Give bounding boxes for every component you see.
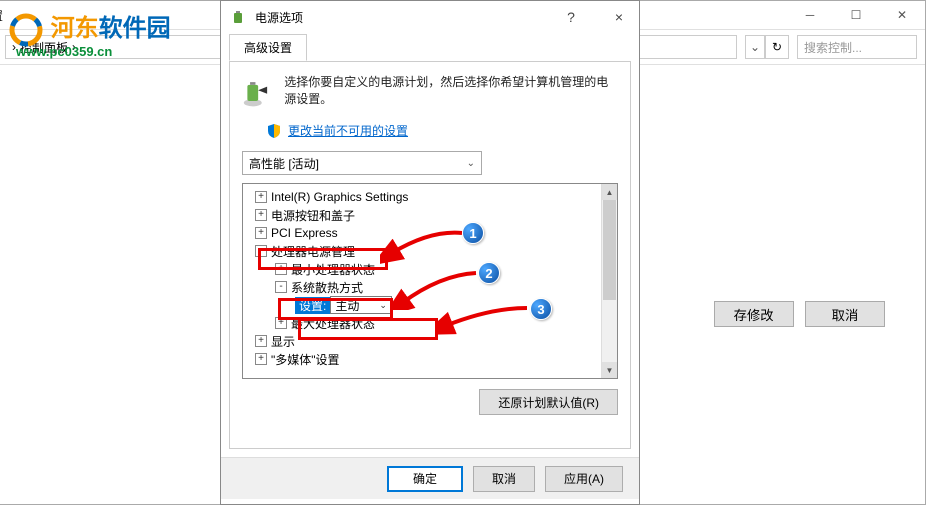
change-unavailable-link[interactable]: 更改当前不可用的设置 (288, 122, 408, 139)
scroll-up-button[interactable]: ▲ (602, 184, 617, 200)
scrollbar[interactable]: ▲ ▼ (601, 184, 617, 378)
close-button[interactable]: ✕ (879, 1, 925, 29)
tree-item-display[interactable]: +显示 (243, 332, 617, 350)
search-input[interactable]: 搜索控制... (797, 35, 917, 59)
tree-item-multimedia[interactable]: +"多媒体"设置 (243, 350, 617, 368)
apply-button[interactable]: 应用(A) (545, 466, 623, 492)
dialog-close-button[interactable]: × (599, 1, 639, 33)
shield-icon (266, 123, 282, 139)
logo-text-2: 软件园 (99, 15, 171, 42)
address-dropdown[interactable]: ⌄ (745, 35, 765, 59)
setting-label: 设置: (295, 297, 330, 314)
scroll-thumb[interactable] (603, 200, 616, 300)
chevron-down-icon: ⌄ (379, 300, 387, 311)
tab-advanced[interactable]: 高级设置 (229, 34, 307, 61)
tree-item-power-buttons[interactable]: +电源按钮和盖子 (243, 206, 617, 224)
ok-button[interactable]: 确定 (387, 466, 463, 492)
expand-icon[interactable]: + (275, 263, 287, 275)
tree-item-graphics[interactable]: +Intel(R) Graphics Settings (243, 188, 617, 206)
expand-icon[interactable]: + (255, 335, 267, 347)
collapse-icon[interactable]: - (255, 245, 267, 257)
minimize-button[interactable]: ─ (787, 1, 833, 29)
battery-icon-small (231, 9, 247, 25)
annotation-arrow-3 (435, 300, 535, 335)
logo-text-1: 河东 (51, 15, 99, 42)
expand-icon[interactable]: + (255, 191, 267, 203)
scroll-down-button[interactable]: ▼ (602, 362, 617, 378)
maximize-button[interactable]: ☐ (833, 1, 879, 29)
expand-icon[interactable]: + (255, 353, 267, 365)
dialog-title: 电源选项 (255, 9, 303, 26)
dropdown-value: 高性能 [活动] (249, 155, 319, 172)
chevron-down-icon: ⌄ (467, 158, 475, 169)
annotation-badge-3: 3 (530, 298, 552, 320)
dialog-titlebar: 电源选项 ? × (221, 1, 639, 33)
collapse-icon[interactable]: - (275, 281, 287, 293)
power-plan-dropdown[interactable]: 高性能 [活动] ⌄ (242, 151, 482, 175)
cancel-button[interactable]: 取消 (805, 301, 885, 327)
refresh-button[interactable]: ↻ (765, 35, 789, 59)
annotation-badge-1: 1 (462, 222, 484, 244)
battery-icon (242, 74, 274, 110)
save-button[interactable]: 存修改 (714, 301, 794, 327)
logo-icon (8, 12, 44, 48)
help-button[interactable]: ? (551, 1, 591, 33)
expand-icon[interactable]: + (255, 209, 267, 221)
dialog-footer: 确定 取消 应用(A) (221, 457, 639, 499)
cooling-mode-select[interactable]: 主动 ⌄ (330, 296, 392, 314)
watermark-logo: 河东软件园 www.pc0359.cn (8, 8, 171, 59)
tab-strip: 高级设置 (221, 33, 639, 61)
tree-item-max-cpu[interactable]: +最大处理器状态 (243, 314, 617, 332)
bg-window-title: 编辑计划设置 (0, 7, 3, 24)
annotation-arrow-1 (380, 225, 470, 265)
annotation-badge-2: 2 (478, 262, 500, 284)
info-text: 选择你要自定义的电源计划，然后选择你希望计算机管理的电源设置。 (284, 74, 618, 110)
expand-icon[interactable]: + (275, 317, 287, 329)
expand-icon[interactable]: + (255, 227, 267, 239)
restore-defaults-button[interactable]: 还原计划默认值(R) (479, 389, 618, 415)
cancel-button[interactable]: 取消 (473, 466, 535, 492)
bg-window-controls: ─ ☐ ✕ (787, 1, 925, 29)
